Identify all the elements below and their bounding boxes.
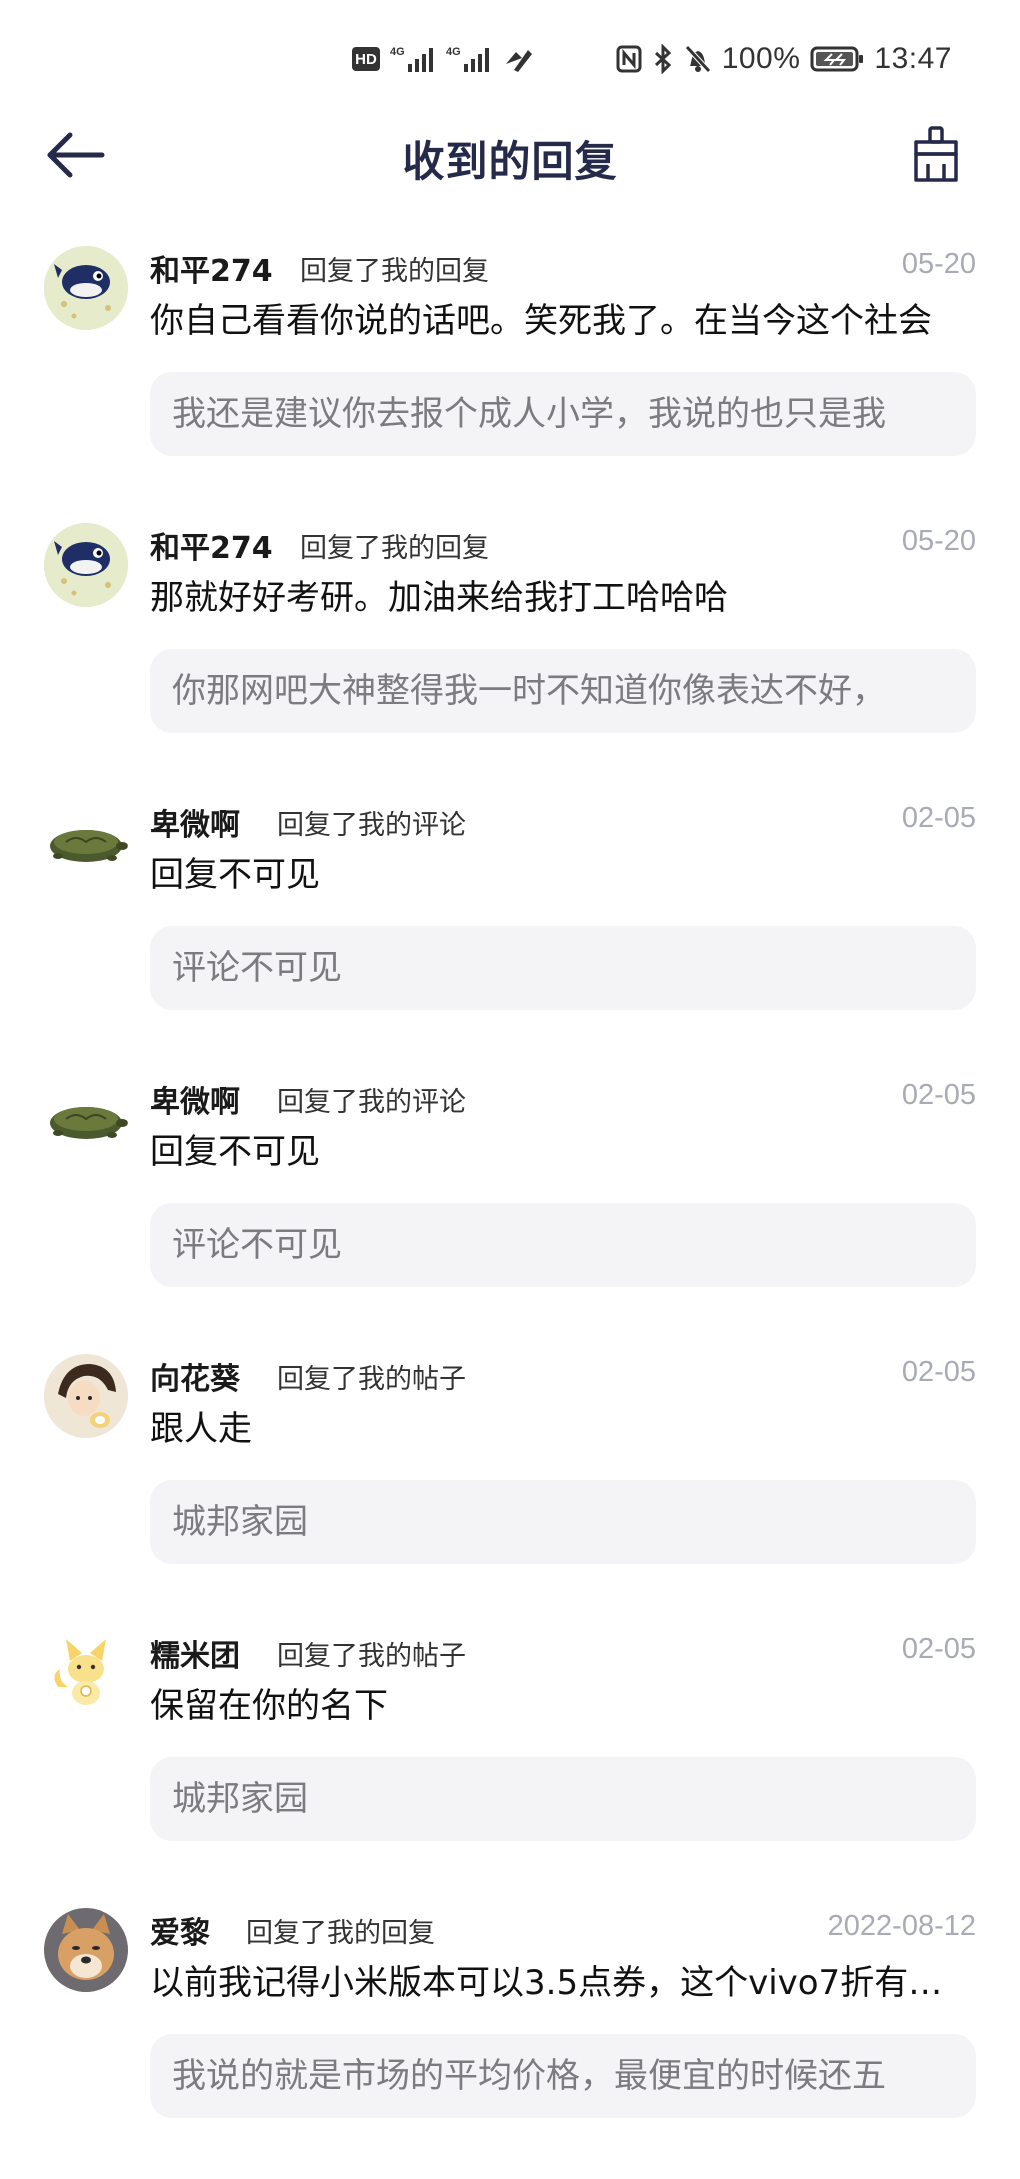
nav-bar: 收到的回复 [0,110,1020,200]
reply-action: 回复了我的评论 [277,810,466,841]
reply-item[interactable]: 爱黎 回复了我的回复 2022-08-12 以前我记得小米版本可以3.5点券，这… [0,1902,1020,2179]
reply-item[interactable]: 和平274 回复了我的回复 05-20 你自己看看你说的话吧。笑死我了。在当今这… [0,240,1020,517]
turtle-avatar-icon [50,1107,128,1139]
quoted-content[interactable]: 你那网吧大神整得我一时不知道你像表达不好， [150,649,976,733]
username[interactable]: 和平274 [150,523,273,567]
bluetooth-icon [652,44,674,74]
broom-icon [914,126,958,182]
reply-header: 糯米团 回复了我的帖子 02-05 [150,1625,976,1674]
reply-action: 回复了我的帖子 [277,1364,466,1395]
reply-header: 和平274 回复了我的回复 05-20 [150,517,976,566]
reply-item[interactable]: 和平274 回复了我的回复 05-20 那就好好考研。加油来给我打工哈哈哈 你那… [0,517,1020,794]
reply-action: 回复了我的帖子 [277,1641,466,1672]
quoted-content[interactable]: 我说的就是市场的平均价格，最便宜的时候还五 [150,2034,976,2118]
username[interactable]: 和平274 [150,246,273,290]
avatar[interactable] [44,1354,128,1438]
anime-girl-avatar-icon [44,1354,128,1438]
avatar[interactable] [44,1077,128,1161]
timestamp: 02-05 [901,1079,976,1111]
reply-header: 爱黎 回复了我的回复 2022-08-12 [150,1902,976,1951]
reply-list: 和平274 回复了我的回复 05-20 你自己看看你说的话吧。笑死我了。在当今这… [0,240,1020,2179]
reply-text: 保留在你的名下 [150,1686,388,1726]
quoted-text: 城邦家园 [172,1502,308,1542]
mute-bell-icon [684,44,712,74]
reply-item[interactable]: 糯米团 回复了我的帖子 02-05 保留在你的名下 城邦家园 [0,1625,1020,1902]
username[interactable]: 卑微啊 [150,1077,240,1121]
quoted-text: 你那网吧大神整得我一时不知道你像表达不好， [172,671,886,711]
reply-header: 和平274 回复了我的回复 05-20 [150,240,976,289]
quoted-text: 评论不可见 [172,1225,342,1265]
reply-text: 回复不可见 [150,1132,320,1172]
page-title: 收到的回复 [402,137,618,186]
quoted-content[interactable]: 评论不可见 [150,926,976,1010]
avatar[interactable] [44,1908,128,1992]
quoted-text: 评论不可见 [172,948,342,988]
timestamp: 02-05 [901,1633,976,1665]
reply-text: 回复不可见 [150,855,320,895]
reply-header: 卑微啊 回复了我的评论 02-05 [150,1071,976,1120]
battery-icon [810,44,864,74]
reply-header: 卑微啊 回复了我的评论 02-05 [150,794,976,843]
reply-text: 你自己看看你说的话吧。笑死我了。在当今这个社会 [150,301,932,341]
status-bar-right: 100% 13:47 [616,40,952,78]
clock: 13:47 [874,42,952,75]
reply-header: 向花葵 回复了我的帖子 02-05 [150,1348,976,1397]
reply-action: 回复了我的回复 [300,256,489,287]
avatar[interactable] [44,246,128,330]
turtle-avatar-icon [50,830,128,862]
avatar[interactable] [44,523,128,607]
pufferfish-avatar-icon [44,246,128,330]
pufferfish-avatar-icon [44,523,128,607]
fox-avatar-icon [44,1631,128,1715]
quoted-text: 城邦家园 [172,1779,308,1819]
status-bar: HD 4G 4G 100% 13:47 [0,0,1020,110]
quoted-text: 我说的就是市场的平均价格，最便宜的时候还五 [172,2056,886,2096]
svg-text:4G: 4G [390,46,405,58]
username[interactable]: 糯米团 [150,1631,240,1675]
reply-item[interactable]: 向花葵 回复了我的帖子 02-05 跟人走 城邦家园 [0,1348,1020,1625]
signal-icon: 4G [390,44,436,74]
hd-icon: HD [352,47,380,71]
dog-avatar-icon [44,1908,128,1992]
reply-text: 跟人走 [150,1409,252,1449]
quoted-content[interactable]: 我还是建议你去报个成人小学，我说的也只是我 [150,372,976,456]
nfc-icon [616,44,642,74]
timestamp: 2022-08-12 [827,1910,976,1942]
avatar[interactable] [44,1631,128,1715]
timestamp: 02-05 [901,802,976,834]
reply-item[interactable]: 卑微啊 回复了我的评论 02-05 回复不可见 评论不可见 [0,1071,1020,1348]
clear-all-button[interactable] [908,124,964,184]
quoted-content[interactable]: 城邦家园 [150,1480,976,1564]
username[interactable]: 向花葵 [150,1354,240,1398]
reply-action: 回复了我的回复 [246,1918,435,1949]
signal-icon-secondary: 4G [446,44,492,74]
wifi-icon [502,44,534,74]
reply-action: 回复了我的评论 [277,1087,466,1118]
reply-item[interactable]: 卑微啊 回复了我的评论 02-05 回复不可见 评论不可见 [0,794,1020,1071]
status-bar-left: HD 4G 4G [352,42,534,76]
timestamp: 02-05 [901,1356,976,1388]
reply-text: 以前我记得小米版本可以3.5点券，这个vivo7折有点贵 [150,1963,950,2003]
username[interactable]: 卑微啊 [150,800,240,844]
timestamp: 05-20 [901,525,976,557]
quoted-content[interactable]: 城邦家园 [150,1757,976,1841]
reply-action: 回复了我的回复 [300,533,489,564]
quoted-content[interactable]: 评论不可见 [150,1203,976,1287]
avatar[interactable] [44,800,128,884]
username[interactable]: 爱黎 [150,1908,210,1952]
reply-text: 那就好好考研。加油来给我打工哈哈哈 [150,578,728,618]
svg-text:4G: 4G [446,46,461,58]
timestamp: 05-20 [901,248,976,280]
quoted-text: 我还是建议你去报个成人小学，我说的也只是我 [172,394,886,434]
battery-percent: 100% [721,42,801,75]
